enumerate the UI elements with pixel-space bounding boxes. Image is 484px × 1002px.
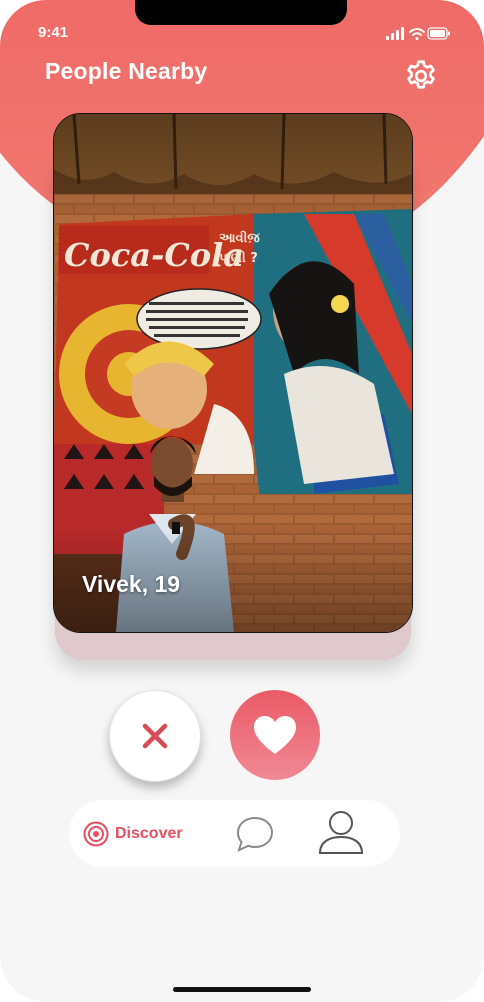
signal-icon — [386, 27, 404, 40]
close-icon — [142, 723, 168, 749]
like-button[interactable] — [230, 690, 320, 780]
dislike-button[interactable] — [109, 690, 201, 782]
tab-discover[interactable]: Discover — [83, 819, 183, 849]
status-time: 9:41 — [38, 24, 69, 41]
page-title: People Nearby — [45, 58, 208, 84]
bottom-tab-bar: Discover — [69, 800, 400, 867]
user-icon[interactable] — [317, 809, 365, 855]
status-icons — [386, 27, 450, 40]
notch — [135, 0, 347, 25]
wifi-icon — [409, 28, 425, 40]
profile-photo: Coca-Cola આવીજ઼ પાણી ? — [54, 114, 412, 632]
heart-icon — [254, 716, 296, 754]
battery-icon — [427, 27, 450, 40]
phone-screen: 9:41 People Nearby Vivek, 19 Discover — [0, 0, 484, 1002]
target-icon — [83, 821, 109, 847]
home-indicator — [173, 987, 311, 992]
profile-name-age: Vivek, 19 — [82, 571, 181, 597]
profile-card[interactable]: Coca-Cola આવીજ઼ પાણી ? — [53, 113, 413, 633]
gear-icon[interactable] — [403, 58, 439, 94]
tab-discover-label: Discover — [115, 825, 183, 842]
chat-bubble-icon[interactable] — [235, 815, 275, 853]
